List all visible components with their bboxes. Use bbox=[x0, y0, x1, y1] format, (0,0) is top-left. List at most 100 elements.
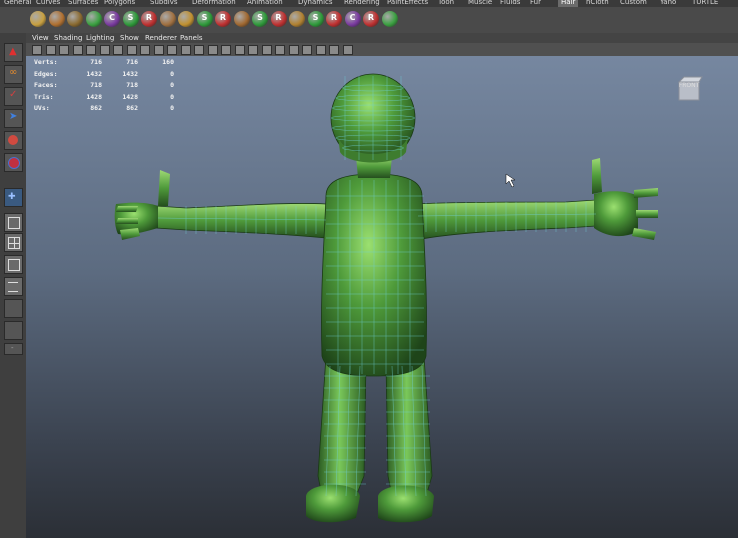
renderer-select-button[interactable] bbox=[342, 45, 353, 55]
purple-c-icon[interactable]: C bbox=[104, 11, 120, 27]
two-pane-icon bbox=[8, 259, 20, 271]
shelf-icon-letter: R bbox=[275, 13, 282, 22]
green-s4-icon[interactable]: S bbox=[307, 11, 324, 27]
shelf-tab-hair[interactable]: Hair bbox=[558, 0, 579, 7]
shelf-tab-polygons[interactable]: Polygons bbox=[104, 0, 135, 7]
tool-box: ▲ ∞ ✓ ➤ ✚ - bbox=[0, 33, 27, 538]
camera-attributes-button[interactable] bbox=[45, 45, 56, 55]
legs bbox=[306, 355, 434, 523]
hair-paint-icon[interactable] bbox=[159, 11, 176, 27]
shelf-tab-custom[interactable]: Custom bbox=[620, 0, 647, 7]
shelf-tab-dynamics[interactable]: Dynamics bbox=[298, 0, 333, 7]
four-pane-layout-button[interactable] bbox=[4, 233, 23, 252]
film-gate-button[interactable] bbox=[99, 45, 110, 55]
single-layout-button[interactable] bbox=[4, 213, 23, 232]
outliner-layout-button[interactable] bbox=[4, 277, 23, 296]
lasso-tool-button[interactable]: ∞ bbox=[4, 65, 23, 84]
layout-slot-button-2[interactable] bbox=[4, 321, 23, 340]
panel-menu-panels[interactable]: Panels bbox=[180, 33, 203, 43]
green-s2-icon[interactable]: S bbox=[196, 11, 213, 27]
hair-wave-icon[interactable] bbox=[233, 11, 250, 27]
wireframe-button[interactable] bbox=[180, 45, 191, 55]
hair-curl-icon[interactable] bbox=[67, 11, 83, 27]
left-arm bbox=[114, 170, 327, 240]
hair-curve-icon[interactable] bbox=[30, 11, 46, 27]
shelf-tab-ncloth[interactable]: nCloth bbox=[586, 0, 609, 7]
green-arrow-icon[interactable] bbox=[85, 11, 102, 27]
move-arrow-icon: ➤ bbox=[9, 111, 18, 122]
xray-active-button[interactable] bbox=[329, 45, 339, 55]
panel-menu-shading[interactable]: Shading bbox=[54, 33, 82, 43]
default-material-button[interactable] bbox=[315, 45, 326, 55]
xray-button[interactable] bbox=[288, 45, 299, 55]
smooth-shade-button[interactable] bbox=[194, 45, 204, 55]
outliner-icon bbox=[8, 282, 18, 292]
safe-title-button[interactable] bbox=[167, 45, 177, 55]
wireframe-on-shaded-button[interactable] bbox=[207, 45, 218, 55]
use-all-lights-button[interactable] bbox=[234, 45, 245, 55]
shelf-tab-subdivs[interactable]: Subdivs bbox=[150, 0, 178, 7]
shelf-tab-toon[interactable]: Toon bbox=[438, 0, 454, 7]
shelf-icon-letter: C bbox=[349, 13, 356, 22]
shelf-tab-muscle[interactable]: Muscle bbox=[468, 0, 492, 7]
side-by-side-layout-button[interactable] bbox=[4, 255, 23, 274]
layout-slot-button-3[interactable]: - bbox=[4, 343, 23, 355]
scale-tool-button[interactable] bbox=[4, 153, 23, 172]
shelf-tab-painteffects[interactable]: PaintEffects bbox=[387, 0, 428, 7]
xray-joints-button[interactable] bbox=[302, 45, 312, 55]
shelf-tab-yano[interactable]: Yano bbox=[660, 0, 676, 7]
layout-slot-button-1[interactable] bbox=[4, 299, 23, 318]
rotate-tool-button[interactable] bbox=[4, 131, 23, 150]
green-s-icon[interactable]: S bbox=[122, 11, 139, 27]
panel-menu-renderer[interactable]: Renderer bbox=[145, 33, 177, 43]
select-camera-button[interactable] bbox=[32, 45, 42, 55]
shelf-icon-letter: S bbox=[127, 13, 134, 22]
red-r3-icon[interactable]: R bbox=[270, 11, 287, 27]
grid-button[interactable] bbox=[86, 45, 96, 55]
resolution-gate-button[interactable] bbox=[113, 45, 123, 55]
image-plane-button[interactable] bbox=[72, 45, 83, 55]
lasso-icon: ∞ bbox=[9, 67, 18, 78]
hair-line-icon[interactable] bbox=[289, 11, 305, 27]
red-r5-icon[interactable]: R bbox=[363, 11, 379, 27]
paint-select-tool-button[interactable]: ✓ bbox=[4, 87, 23, 106]
purple-c2-icon[interactable]: C bbox=[344, 11, 361, 27]
front-viewport[interactable]: Verts: 716 716 160 Edges: 1432 1432 0 Faces: 718 7… bbox=[26, 56, 738, 538]
shelf-icon-letter: S bbox=[312, 13, 319, 22]
red-r-icon[interactable]: R bbox=[141, 11, 157, 27]
manipulator-tool-button[interactable]: ✚ bbox=[4, 188, 23, 207]
green-s3-icon[interactable]: S bbox=[252, 11, 268, 27]
high-quality-button[interactable] bbox=[261, 45, 272, 55]
shelf-tab-curves[interactable]: Curves bbox=[36, 0, 60, 7]
shelf-tab-surfaces[interactable]: Surfaces bbox=[68, 0, 98, 7]
panel-menu-lighting[interactable]: Lighting bbox=[86, 33, 114, 43]
move-tool-button[interactable]: ➤ bbox=[4, 109, 23, 128]
shelf-icon-letter: C bbox=[109, 13, 115, 22]
shelf-tab-general[interactable]: General bbox=[4, 0, 32, 7]
shelf-tab-turtle[interactable]: TURTLE bbox=[692, 0, 718, 7]
shelf-tab-animation[interactable]: Animation bbox=[247, 0, 283, 7]
shelf-icon-letter: S bbox=[257, 13, 263, 22]
panel-menu-bar: View Shading Lighting Show Renderer Panels bbox=[26, 33, 738, 43]
hair-brush-icon[interactable] bbox=[178, 11, 194, 27]
panel-menu-view[interactable]: View bbox=[32, 33, 49, 43]
shelf-tab-fur[interactable]: Fur bbox=[530, 0, 541, 7]
shadows-button[interactable] bbox=[248, 45, 258, 55]
red-r2-icon[interactable]: R bbox=[215, 11, 231, 27]
textured-button[interactable] bbox=[221, 45, 231, 55]
shelf-tab-bar: General Curves Surfaces Polygons Subdivs Defo… bbox=[0, 0, 738, 7]
field-chart-button[interactable] bbox=[140, 45, 150, 55]
green-arrow2-icon[interactable] bbox=[381, 11, 398, 27]
bookmark-button[interactable] bbox=[59, 45, 69, 55]
red-r4-icon[interactable]: R bbox=[326, 11, 342, 27]
character-mesh[interactable] bbox=[26, 56, 738, 538]
shelf-tab-deformation[interactable]: Deformation bbox=[192, 0, 236, 7]
hair-strand-icon[interactable] bbox=[48, 11, 65, 27]
isolate-select-button[interactable] bbox=[275, 45, 285, 55]
panel-menu-show[interactable]: Show bbox=[120, 33, 139, 43]
select-tool-button[interactable]: ▲ bbox=[4, 43, 23, 62]
shelf-tab-fluids[interactable]: Fluids bbox=[500, 0, 520, 7]
shelf-tab-rendering[interactable]: Rendering bbox=[344, 0, 380, 7]
gate-mask-button[interactable] bbox=[126, 45, 137, 55]
safe-action-button[interactable] bbox=[153, 45, 164, 55]
